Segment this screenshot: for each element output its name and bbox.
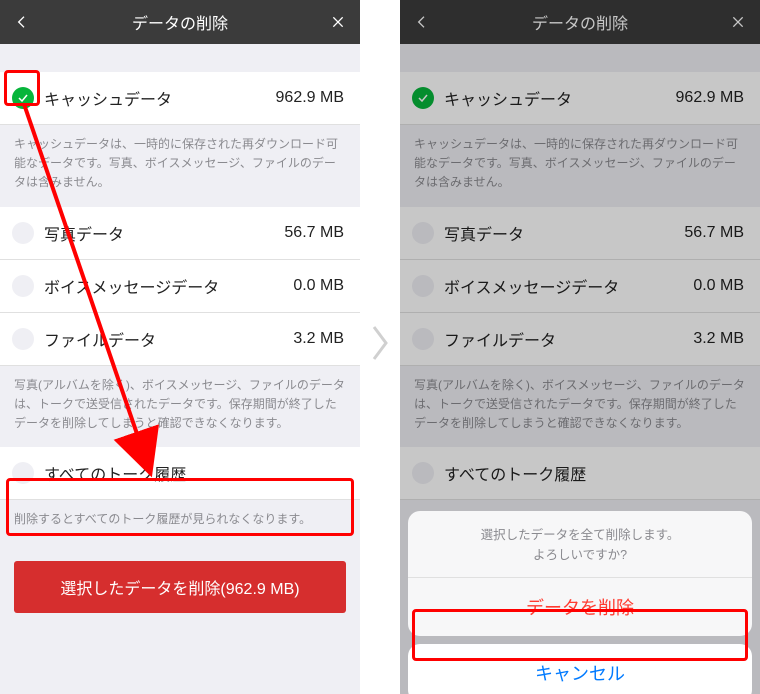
row-size: 56.7 MB (684, 224, 744, 242)
checkbox-icon[interactable] (412, 462, 434, 484)
row-size: 0.0 MB (693, 277, 744, 295)
checkmark-icon[interactable] (412, 87, 434, 109)
row-size: 3.2 MB (293, 330, 344, 348)
row-photo[interactable]: 写真データ 56.7 MB (0, 207, 360, 260)
row-file[interactable]: ファイルデータ 3.2 MB (400, 313, 760, 366)
row-label: キャッシュデータ (44, 86, 266, 110)
checkbox-icon[interactable] (12, 275, 34, 297)
row-size: 962.9 MB (676, 89, 744, 107)
row-file[interactable]: ファイルデータ 3.2 MB (0, 313, 360, 366)
back-icon[interactable] (412, 14, 432, 30)
row-photo[interactable]: 写真データ 56.7 MB (400, 207, 760, 260)
row-label: 写真データ (444, 221, 674, 245)
action-sheet: 選択したデータを全て削除します。 よろしいですか? データを削除 キャンセル (408, 511, 752, 694)
checkbox-icon[interactable] (412, 328, 434, 350)
row-size: 3.2 MB (693, 330, 744, 348)
checkmark-icon[interactable] (12, 87, 34, 109)
phone-screen-left: データの削除 キャッシュデータ 962.9 MB キャッシュデータは、一時的に保… (0, 0, 360, 694)
checkbox-icon[interactable] (12, 328, 34, 350)
navbar-title: データの削除 (432, 10, 728, 34)
row-history[interactable]: すべてのトーク履歴 (400, 447, 760, 500)
row-size: 56.7 MB (284, 224, 344, 242)
back-icon[interactable] (12, 14, 32, 30)
cancel-button[interactable]: キャンセル (408, 644, 752, 694)
row-label: ボイスメッセージデータ (444, 274, 683, 298)
close-icon[interactable] (728, 14, 748, 30)
desc-cache: キャッシュデータは、一時的に保存された再ダウンロード可能なデータです。写真、ボイ… (0, 125, 360, 207)
desc-media: 写真(アルバムを除く)、ボイスメッセージ、ファイルのデータは、トークで送受信され… (0, 366, 360, 448)
row-label: ボイスメッセージデータ (44, 274, 283, 298)
phone-screen-right: データの削除 キャッシュデータ 962.9 MB キャッシュデータは、一時的に保… (400, 0, 760, 694)
close-icon[interactable] (328, 14, 348, 30)
sheet-message: 選択したデータを全て削除します。 よろしいですか? (408, 511, 752, 578)
row-label: キャッシュデータ (444, 86, 666, 110)
row-voice[interactable]: ボイスメッセージデータ 0.0 MB (0, 260, 360, 313)
row-cache[interactable]: キャッシュデータ 962.9 MB (0, 72, 360, 125)
row-history[interactable]: すべてのトーク履歴 (0, 447, 360, 500)
navbar-title: データの削除 (32, 10, 328, 34)
row-label: すべてのトーク履歴 (44, 461, 344, 485)
row-label: 写真データ (44, 221, 274, 245)
row-label: すべてのトーク履歴 (444, 461, 744, 485)
chevron-right-icon (364, 318, 396, 368)
desc-history: 削除するとすべてのトーク履歴が見られなくなります。 (0, 500, 360, 543)
row-cache[interactable]: キャッシュデータ 962.9 MB (400, 72, 760, 125)
navbar: データの削除 (400, 0, 760, 44)
row-size: 962.9 MB (276, 89, 344, 107)
checkbox-icon[interactable] (412, 222, 434, 244)
delete-selected-button[interactable]: 選択したデータを削除(962.9 MB) (14, 561, 346, 613)
row-label: ファイルデータ (44, 327, 283, 351)
row-voice[interactable]: ボイスメッセージデータ 0.0 MB (400, 260, 760, 313)
row-label: ファイルデータ (444, 327, 683, 351)
desc-media: 写真(アルバムを除く)、ボイスメッセージ、ファイルのデータは、トークで送受信され… (400, 366, 760, 448)
navbar: データの削除 (0, 0, 360, 44)
checkbox-icon[interactable] (12, 222, 34, 244)
desc-cache: キャッシュデータは、一時的に保存された再ダウンロード可能なデータです。写真、ボイ… (400, 125, 760, 207)
row-size: 0.0 MB (293, 277, 344, 295)
checkbox-icon[interactable] (12, 462, 34, 484)
checkbox-icon[interactable] (412, 275, 434, 297)
confirm-delete-button[interactable]: データを削除 (408, 578, 752, 636)
